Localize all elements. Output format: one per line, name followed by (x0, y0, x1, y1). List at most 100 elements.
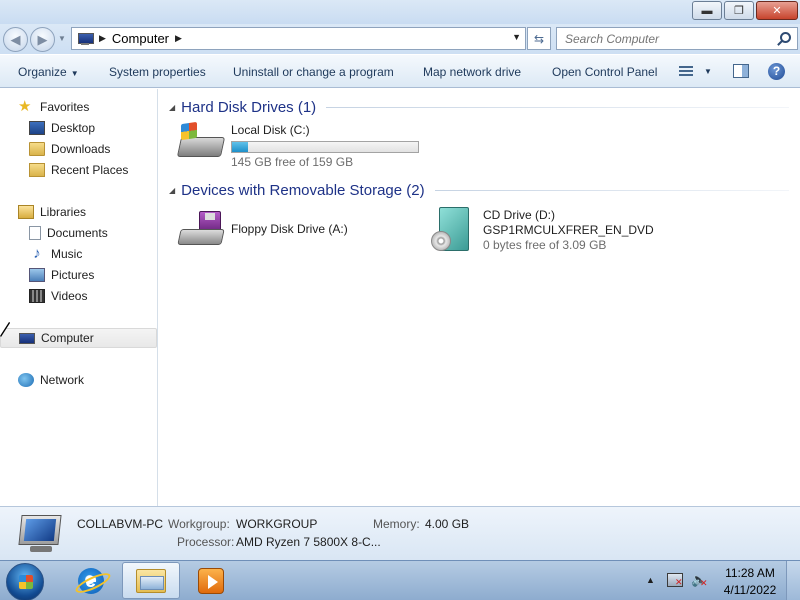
nav-label: Documents (47, 226, 108, 240)
drive-local-disk-c[interactable]: Local Disk (C:) 145 GB free of 159 GB (176, 121, 419, 170)
clock-date[interactable]: 4/11/2022 (722, 583, 778, 597)
group-header-removable-storage[interactable]: ◢ Devices with Removable Storage (2) (169, 180, 789, 200)
group-header-hard-disk-drives[interactable]: ◢ Hard Disk Drives (1) (169, 97, 789, 117)
memory-label: Memory: (373, 517, 420, 531)
dvd-drive-icon (429, 207, 477, 251)
maximize-button[interactable]: ❐ (724, 1, 754, 20)
close-button[interactable]: ✕ (756, 1, 798, 20)
collapse-triangle-icon[interactable]: ◢ (169, 103, 175, 112)
forward-button[interactable]: ▶ (30, 27, 55, 52)
nav-item-pictures[interactable]: Pictures (29, 265, 156, 285)
breadcrumb-separator-icon[interactable]: ▶ (99, 33, 106, 44)
clock-time[interactable]: 11:28 AM (722, 566, 778, 580)
nav-label: Computer (41, 331, 94, 345)
change-view-icon[interactable] (679, 64, 693, 78)
film-strip-icon (29, 289, 45, 303)
windows-explorer-icon (136, 568, 166, 593)
taskbar: e ▲ 🔈 11:28 AM 4/11/2022 (0, 560, 800, 600)
nav-item-videos[interactable]: Videos (29, 286, 156, 306)
star-icon: ★ (18, 98, 32, 115)
organize-button[interactable]: Organize ▼ (18, 65, 79, 79)
computer-monitor-icon (18, 515, 62, 555)
breadcrumb-computer[interactable]: Computer (112, 31, 169, 46)
windows-logo-icon (181, 121, 197, 141)
computer-icon (19, 332, 35, 344)
nav-item-libraries[interactable]: Libraries (18, 202, 156, 222)
nav-item-documents[interactable]: Documents (29, 223, 156, 243)
taskbar-media-player[interactable] (182, 562, 240, 599)
start-button[interactable] (6, 563, 44, 600)
show-desktop-button[interactable] (786, 561, 800, 600)
nav-label: Recent Places (51, 163, 129, 177)
drive-floppy-a[interactable]: Floppy Disk Drive (A:) (177, 207, 348, 251)
command-bar: Organize ▼ System properties Uninstall or… (0, 55, 800, 88)
memory-value: 4.00 GB (425, 517, 470, 531)
taskbar-windows-explorer[interactable] (122, 562, 180, 599)
breadcrumb-chevron-icon[interactable]: ▶ (175, 33, 182, 44)
show-hidden-icons-icon[interactable]: ▲ (646, 575, 655, 585)
nav-item-computer[interactable]: Computer (0, 328, 157, 348)
address-bar[interactable]: ▶ Computer ▶ ▼ (71, 27, 526, 50)
nav-label: Desktop (51, 121, 96, 135)
search-input[interactable] (565, 31, 765, 46)
recent-places-icon (29, 163, 45, 177)
network-disconnected-icon[interactable] (667, 573, 683, 588)
volume-muted-icon[interactable]: 🔈 (691, 573, 708, 591)
collapse-triangle-icon[interactable]: ◢ (169, 186, 175, 195)
drive-name: Floppy Disk Drive (A:) (231, 222, 348, 236)
organize-label: Organize (18, 65, 67, 79)
drive-free-space: 145 GB free of 159 GB (231, 155, 354, 169)
back-button[interactable]: ◀ (3, 27, 28, 52)
nav-item-favorites[interactable]: ★ Favorites (18, 97, 156, 117)
nav-label: Favorites (40, 100, 90, 114)
window-titlebar: ▬ ❐ ✕ (0, 0, 800, 24)
workgroup-label: Workgroup: (168, 517, 230, 531)
nav-label: Music (51, 247, 83, 261)
file-list: ◢ Hard Disk Drives (1) Local Disk (C:) 1… (159, 89, 800, 506)
internet-explorer-icon: e (78, 567, 104, 594)
nav-label: Videos (51, 289, 88, 303)
uninstall-program-button[interactable]: Uninstall or change a program (233, 65, 394, 79)
recent-pages-dropdown-icon[interactable]: ▼ (58, 34, 66, 43)
taskbar-internet-explorer[interactable]: e (62, 562, 120, 599)
nav-item-downloads[interactable]: Downloads (29, 139, 156, 159)
nav-item-desktop[interactable]: Desktop (29, 118, 156, 138)
nav-item-recent-places[interactable]: Recent Places (29, 160, 156, 180)
minimize-button[interactable]: ▬ (692, 1, 722, 20)
nav-label: Network (40, 373, 85, 387)
map-network-drive-button[interactable]: Map network drive (423, 65, 521, 79)
search-icon[interactable] (780, 32, 791, 43)
navigation-pane: ★ Favorites Desktop Downloads Recent Pla… (0, 89, 158, 506)
nav-label: Pictures (51, 268, 95, 282)
libraries-icon (18, 205, 34, 219)
nav-label: Libraries (40, 205, 87, 219)
drive-name: Local Disk (C:) (231, 123, 310, 137)
floppy-drive-icon (177, 207, 225, 251)
open-control-panel-button[interactable]: Open Control Panel (552, 65, 657, 79)
mouse-cursor-icon (0, 322, 9, 336)
view-options-dropdown-icon[interactable]: ▼ (704, 67, 712, 76)
refresh-button[interactable]: ⇆ (527, 27, 551, 50)
help-button[interactable]: ? (768, 63, 785, 80)
caption-buttons: ▬ ❐ ✕ (690, 1, 798, 20)
drive-name: CD Drive (D:) (483, 208, 555, 222)
nav-item-network[interactable]: Network (18, 370, 156, 390)
drive-cd-d[interactable]: CD Drive (D:) GSP1RMCULXFRER_EN_DVD 0 by… (429, 207, 654, 253)
capacity-bar (231, 141, 419, 153)
media-player-icon (198, 567, 224, 594)
nav-item-music[interactable]: ♪ Music (29, 244, 156, 264)
workgroup-value: WORKGROUP (236, 517, 318, 531)
pictures-icon (29, 268, 45, 282)
chevron-down-icon: ▼ (70, 69, 79, 78)
capacity-bar-fill (232, 142, 249, 152)
search-box[interactable] (556, 27, 798, 50)
group-divider (326, 106, 789, 108)
system-properties-button[interactable]: System properties (109, 65, 206, 79)
documents-icon (29, 226, 41, 240)
network-globe-icon (18, 373, 34, 387)
computer-name: COLLABVM-PC (77, 517, 164, 531)
processor-label: Processor: (177, 535, 235, 549)
processor-value: AMD Ryzen 7 5800X 8-C... (236, 535, 381, 549)
preview-pane-icon[interactable] (733, 64, 749, 78)
address-dropdown-icon[interactable]: ▼ (512, 32, 521, 42)
